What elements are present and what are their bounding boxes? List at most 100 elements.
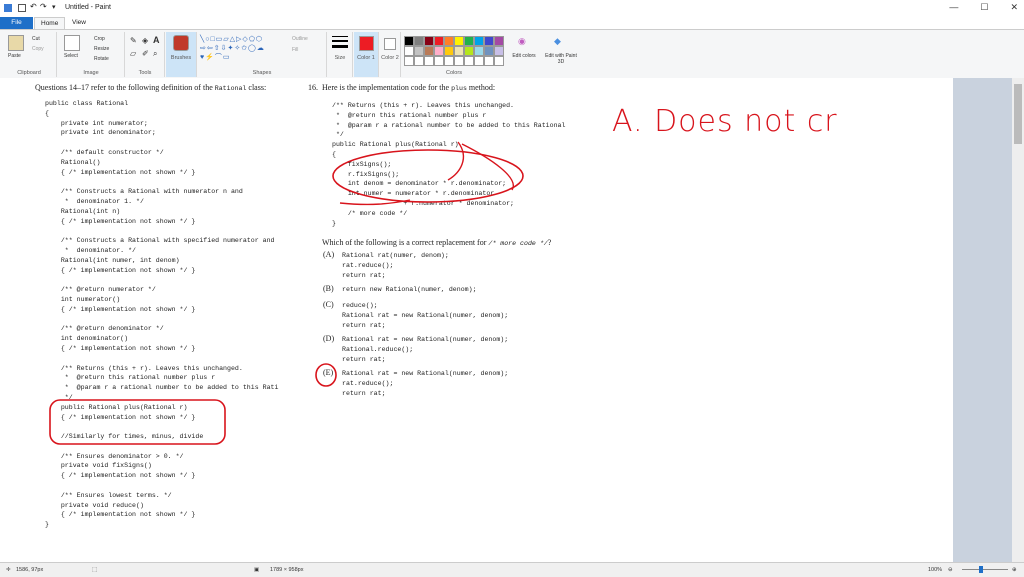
fill-button[interactable]: Fill — [292, 47, 298, 53]
save-icon[interactable] — [18, 4, 26, 12]
canvas-size: 1789 × 958px — [270, 567, 304, 573]
color1-group[interactable]: Color 1 — [354, 32, 379, 77]
palette-swatch[interactable] — [414, 36, 424, 46]
palette-swatch[interactable] — [414, 46, 424, 56]
image-group: Select Crop Resize Rotate Image — [58, 32, 125, 77]
maximize-button[interactable]: ☐ — [980, 2, 988, 13]
color1-swatch[interactable] — [359, 36, 374, 51]
palette-swatch[interactable] — [404, 46, 414, 56]
palette-swatch[interactable] — [494, 46, 504, 56]
tools-label: Tools — [138, 70, 152, 76]
size-group[interactable]: Size — [328, 32, 353, 77]
custom-swatch[interactable] — [494, 56, 504, 66]
palette-swatch[interactable] — [424, 46, 434, 56]
custom-swatch[interactable] — [434, 56, 444, 66]
rotate-button[interactable]: Rotate — [94, 56, 109, 62]
custom-swatch[interactable] — [464, 56, 474, 66]
outline-button[interactable]: Outline — [292, 36, 308, 42]
brush-icon[interactable] — [173, 35, 189, 51]
window-title: Untitled - Paint — [65, 4, 111, 11]
cut-button[interactable]: Cut — [32, 36, 40, 42]
eraser-icon[interactable]: ▱ — [130, 49, 136, 58]
shapes-group: ╲○□▭▱△▷◇⬠⬡ ⇨⇦⇧⇩✦✧✩◯☁ ♥⚡⌒▭ Outline Fill Sha… — [198, 32, 327, 77]
customize-qat-icon[interactable]: ▾ — [52, 3, 60, 11]
palette-swatch[interactable] — [444, 36, 454, 46]
size-line-3 — [332, 45, 348, 48]
redo-icon[interactable]: ↷ — [40, 2, 48, 11]
size-line-1 — [332, 36, 348, 37]
image-label: Image — [83, 70, 99, 76]
palette-swatch[interactable] — [434, 36, 444, 46]
custom-swatch[interactable] — [484, 56, 494, 66]
tab-file[interactable]: File — [0, 17, 33, 29]
vertical-scrollbar[interactable] — [1012, 78, 1024, 562]
ribbon-tabs: File Home View — [0, 17, 1024, 30]
palette-swatch[interactable] — [434, 46, 444, 56]
color-picker-icon[interactable]: ✐ — [142, 49, 149, 58]
cursor-position: 1586, 97px — [16, 567, 44, 573]
palette-swatch[interactable] — [464, 46, 474, 56]
arrow-plus-to-r — [447, 141, 464, 181]
custom-swatch[interactable] — [454, 56, 464, 66]
shapes-gallery[interactable]: ╲○□▭▱△▷◇⬠⬡ ⇨⇦⇧⇩✦✧✩◯☁ ♥⚡⌒▭ — [200, 35, 288, 63]
tab-view[interactable]: View — [66, 17, 92, 29]
edit-paint3d-button[interactable]: Edit with Paint 3D — [544, 53, 578, 65]
brushes-group[interactable]: Brushes — [166, 32, 197, 77]
paint-canvas[interactable]: Questions 14–17 refer to the following d… — [0, 78, 953, 562]
close-button[interactable]: ✕ — [1010, 2, 1018, 13]
canvas-size-icon: ▣ — [254, 567, 260, 573]
paste-icon[interactable] — [8, 35, 24, 51]
paint3d-icon[interactable]: ◆ — [554, 36, 561, 47]
box-plus-signature — [49, 399, 226, 445]
fill-icon[interactable]: ◈ — [142, 36, 148, 45]
custom-swatch[interactable] — [424, 56, 434, 66]
scroll-thumb[interactable] — [1014, 84, 1022, 144]
zoom-out-button[interactable]: ⊖ — [948, 567, 953, 573]
magnifier-icon[interactable]: ⌕ — [153, 49, 157, 59]
palette-swatch[interactable] — [484, 36, 494, 46]
copy-button[interactable]: Copy — [32, 46, 44, 52]
palette-swatch[interactable] — [444, 46, 454, 56]
custom-swatch[interactable] — [444, 56, 454, 66]
text-icon[interactable]: A — [153, 35, 160, 45]
color2-group[interactable]: Color 2 — [380, 32, 401, 77]
palette-swatch[interactable] — [484, 46, 494, 56]
paste-button[interactable]: Paste — [8, 53, 21, 59]
palette-swatch[interactable] — [404, 36, 414, 46]
pencil-icon[interactable]: ✎ — [130, 36, 137, 45]
size-line-2 — [332, 40, 348, 42]
red-annotations — [49, 141, 524, 445]
edit-colors-icon[interactable]: ◉ — [518, 36, 526, 47]
palette-swatch[interactable] — [494, 36, 504, 46]
palette-swatch[interactable] — [474, 46, 484, 56]
ribbon: Paste Cut Copy Clipboard Select Crop Res… — [0, 29, 1024, 80]
tools-group: ✎ ◈ A ▱ ✐ ⌕ Tools — [126, 32, 165, 77]
custom-swatch[interactable] — [474, 56, 484, 66]
shapes-label: Shapes — [252, 70, 272, 76]
undo-icon[interactable]: ↶ — [30, 2, 38, 11]
circle-fixsigns — [332, 149, 524, 203]
zoom-slider[interactable] — [962, 569, 1008, 570]
canvas-area[interactable]: Questions 14–17 refer to the following d… — [0, 78, 1024, 562]
color2-swatch[interactable] — [384, 38, 396, 50]
clipboard-group: Paste Cut Copy Clipboard — [2, 32, 57, 77]
select-icon[interactable] — [64, 35, 80, 51]
palette-swatch[interactable] — [424, 36, 434, 46]
custom-swatch[interactable] — [404, 56, 414, 66]
custom-swatch[interactable] — [414, 56, 424, 66]
title-bar: ↶ ↷ ▾ Untitled - Paint — ☐ ✕ — [0, 0, 1024, 18]
palette-swatch[interactable] — [454, 36, 464, 46]
edit-colors-button[interactable]: Edit colors — [512, 53, 536, 59]
palette-swatch[interactable] — [454, 46, 464, 56]
resize-button[interactable]: Resize — [94, 46, 109, 52]
zoom-slider-thumb[interactable] — [979, 566, 983, 573]
colors-label: Colors — [446, 70, 462, 76]
zoom-in-button[interactable]: ⊕ — [1012, 567, 1017, 573]
minimize-button[interactable]: — — [949, 2, 958, 13]
palette-swatch[interactable] — [464, 36, 474, 46]
palette-swatch[interactable] — [474, 36, 484, 46]
brushes-label[interactable]: Brushes — [166, 55, 196, 61]
crop-button[interactable]: Crop — [94, 36, 105, 42]
select-button[interactable]: Select — [64, 53, 78, 59]
status-bar: ✛ 1586, 97px ⬚ ▣ 1789 × 958px 100% ⊖ ⊕ — [0, 562, 1024, 577]
